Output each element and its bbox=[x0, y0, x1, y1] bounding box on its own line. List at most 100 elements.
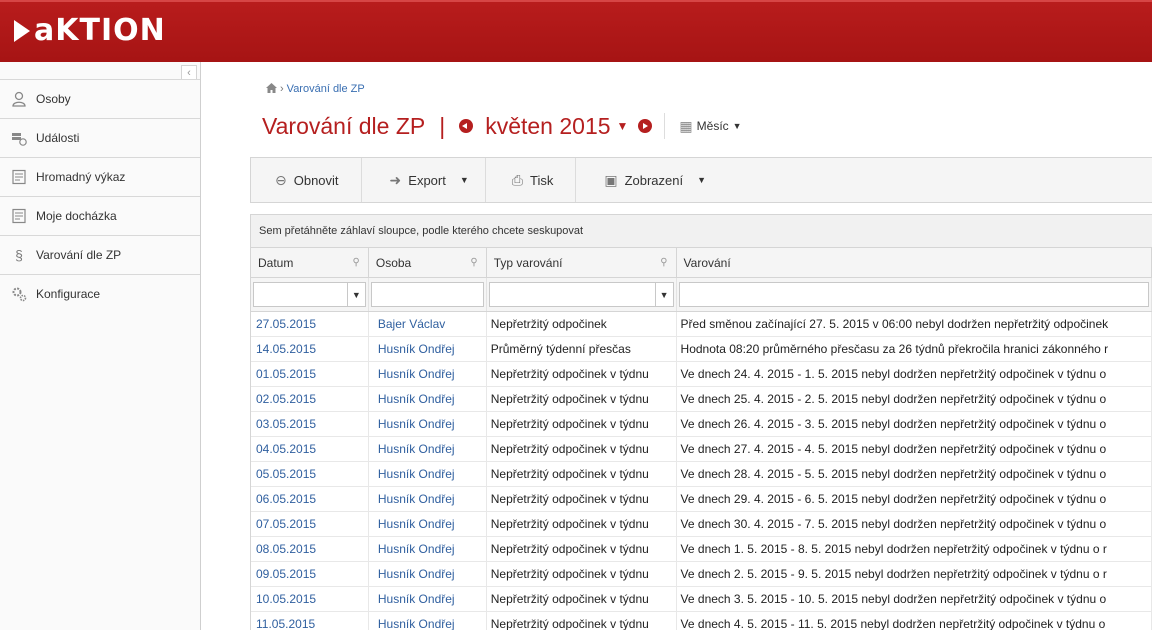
row-date[interactable]: 02.05.2015 bbox=[251, 387, 369, 411]
display-label: Zobrazení bbox=[624, 172, 684, 188]
group-drop-area[interactable]: Sem přetáhněte záhlaví sloupce, podle kt… bbox=[251, 215, 1152, 248]
sidebar: ‹ Osoby Události Hromadný výkaz Moje doc… bbox=[0, 62, 201, 630]
filter-icon[interactable]: ⚲ bbox=[660, 257, 667, 268]
row-person[interactable]: Husník Ondřej bbox=[369, 412, 487, 436]
row-warning-text: Ve dnech 4. 5. 2015 - 11. 5. 2015 nebyl … bbox=[677, 612, 1152, 630]
row-date[interactable]: 03.05.2015 bbox=[251, 412, 369, 436]
warnings-grid: Sem přetáhněte záhlaví sloupce, podle kt… bbox=[250, 214, 1152, 630]
person-filter-input[interactable] bbox=[370, 282, 484, 307]
dropdown-arrow-icon[interactable]: ▼ bbox=[654, 283, 673, 306]
table-row[interactable]: 14.05.2015 Husník Ondřej Průměrný týdenní … bbox=[251, 337, 1152, 362]
row-date[interactable]: 05.05.2015 bbox=[251, 462, 369, 486]
warning-filter-input[interactable] bbox=[678, 282, 1150, 307]
sidebar-item-udalosti[interactable]: Události bbox=[0, 118, 200, 157]
view-mode-selector[interactable]: ▦ Měsíc ▼ bbox=[679, 118, 741, 135]
month-dropdown-caret-icon[interactable]: ▼ bbox=[617, 119, 629, 133]
type-filter-select[interactable]: ▼ bbox=[488, 282, 674, 307]
row-warning-text: Ve dnech 26. 4. 2015 - 3. 5. 2015 nebyl … bbox=[677, 412, 1152, 436]
row-warning-text: Hodnota 08:20 průměrného přesčasu za 26 … bbox=[677, 337, 1152, 361]
row-person[interactable]: Husník Ondřej bbox=[369, 562, 487, 586]
table-row[interactable]: 02.05.2015 Husník Ondřej Nepřetržitý odpoč… bbox=[251, 387, 1152, 412]
row-person[interactable]: Husník Ondřej bbox=[369, 612, 487, 630]
row-warning-type: Nepřetržitý odpočinek bbox=[487, 312, 677, 336]
month-selector[interactable]: květen 2015 bbox=[485, 113, 610, 140]
filter-icon[interactable]: ⚲ bbox=[470, 257, 477, 268]
column-header-osoba[interactable]: Osoba ⚲ bbox=[369, 248, 487, 277]
row-date[interactable]: 04.05.2015 bbox=[251, 437, 369, 461]
sidebar-item-osoby[interactable]: Osoby bbox=[0, 79, 200, 118]
sidebar-item-konfigurace[interactable]: Konfigurace bbox=[0, 274, 200, 313]
sidebar-nav: Osoby Události Hromadný výkaz Moje dochá… bbox=[0, 79, 200, 313]
column-header-datum[interactable]: Datum ⚲ bbox=[251, 248, 369, 277]
row-person[interactable]: Husník Ondřej bbox=[369, 437, 487, 461]
sidebar-item-hromadny-vykaz[interactable]: Hromadný výkaz bbox=[0, 157, 200, 196]
row-date[interactable]: 08.05.2015 bbox=[251, 537, 369, 561]
refresh-label: Obnovit bbox=[293, 172, 339, 188]
display-settings-icon: ▣ bbox=[604, 171, 618, 188]
export-button[interactable]: ➜ Export ▼ bbox=[362, 158, 486, 202]
dropdown-arrow-icon[interactable]: ▼ bbox=[346, 283, 365, 306]
table-row[interactable]: 07.05.2015 Husník Ondřej Nepřetržitý odpoč… bbox=[251, 512, 1152, 537]
row-person[interactable]: Husník Ondřej bbox=[369, 462, 487, 486]
refresh-button[interactable]: ⊖ Obnovit bbox=[251, 158, 362, 202]
row-date[interactable]: 06.05.2015 bbox=[251, 487, 369, 511]
filter-icon[interactable]: ⚲ bbox=[353, 257, 360, 268]
row-date[interactable]: 07.05.2015 bbox=[251, 512, 369, 536]
grid-body: 27.05.2015 Bajer Václav Nepřetržitý odpoči… bbox=[251, 312, 1152, 630]
chevron-down-icon: ▼ bbox=[732, 121, 742, 131]
table-row[interactable]: 03.05.2015 Husník Ondřej Nepřetržitý odpoč… bbox=[251, 412, 1152, 437]
row-warning-type: Nepřetržitý odpočinek v týdnu bbox=[487, 412, 677, 436]
aktion-logo[interactable]: aKTION bbox=[14, 11, 166, 51]
table-row[interactable]: 04.05.2015 Husník Ondřej Nepřetržitý odpoč… bbox=[251, 437, 1152, 462]
row-warning-text: Ve dnech 2. 5. 2015 - 9. 5. 2015 nebyl d… bbox=[677, 562, 1152, 586]
row-date[interactable]: 11.05.2015 bbox=[251, 612, 369, 630]
display-button[interactable]: ▣ Zobrazení ▼ bbox=[576, 158, 722, 202]
table-row[interactable]: 27.05.2015 Bajer Václav Nepřetržitý odpoči… bbox=[251, 312, 1152, 337]
row-warning-type: Nepřetržitý odpočinek v týdnu bbox=[487, 512, 677, 536]
row-warning-type: Nepřetržitý odpočinek v týdnu bbox=[487, 612, 677, 630]
row-person[interactable]: Husník Ondřej bbox=[369, 387, 487, 411]
previous-month-icon[interactable] bbox=[459, 119, 474, 133]
attendance-icon bbox=[10, 207, 28, 225]
row-person[interactable]: Husník Ondřej bbox=[369, 512, 487, 536]
row-person[interactable]: Husník Ondřej bbox=[369, 487, 487, 511]
row-date[interactable]: 09.05.2015 bbox=[251, 562, 369, 586]
row-date[interactable]: 10.05.2015 bbox=[251, 587, 369, 611]
filter-cell-varovani bbox=[677, 278, 1152, 311]
row-warning-text: Ve dnech 29. 4. 2015 - 6. 5. 2015 nebyl … bbox=[677, 487, 1152, 511]
breadcrumb: › Varování dle ZP bbox=[266, 82, 365, 96]
row-warning-type: Nepřetržitý odpočinek v týdnu bbox=[487, 462, 677, 486]
sidebar-item-varovani-dle-zp[interactable]: § Varování dle ZP bbox=[0, 235, 200, 274]
next-month-icon[interactable] bbox=[638, 119, 653, 133]
filter-cell-osoba bbox=[369, 278, 487, 311]
logo-text: aKTION bbox=[34, 13, 166, 48]
row-warning-text: Ve dnech 27. 4. 2015 - 4. 5. 2015 nebyl … bbox=[677, 437, 1152, 461]
home-icon[interactable] bbox=[266, 82, 277, 96]
row-warning-text: Ve dnech 3. 5. 2015 - 10. 5. 2015 nebyl … bbox=[677, 587, 1152, 611]
table-row[interactable]: 05.05.2015 Husník Ondřej Nepřetržitý odpoč… bbox=[251, 462, 1152, 487]
table-row[interactable]: 09.05.2015 Husník Ondřej Nepřetržitý odpoč… bbox=[251, 562, 1152, 587]
table-row[interactable]: 11.05.2015 Husník Ondřej Nepřetržitý odpoč… bbox=[251, 612, 1152, 630]
row-person[interactable]: Husník Ondřej bbox=[369, 587, 487, 611]
row-person[interactable]: Husník Ondřej bbox=[369, 537, 487, 561]
filter-row: ▼ ▼ bbox=[251, 278, 1152, 312]
grid-header: Datum ⚲ Osoba ⚲ Typ varování ⚲ Varování bbox=[251, 248, 1152, 278]
table-row[interactable]: 10.05.2015 Husník Ondřej Nepřetržitý odpoč… bbox=[251, 587, 1152, 612]
row-date[interactable]: 01.05.2015 bbox=[251, 362, 369, 386]
table-row[interactable]: 06.05.2015 Husník Ondřej Nepřetržitý odpoč… bbox=[251, 487, 1152, 512]
row-date[interactable]: 14.05.2015 bbox=[251, 337, 369, 361]
print-button[interactable]: ⎙ Tisk bbox=[486, 158, 577, 202]
row-warning-type: Nepřetržitý odpočinek v týdnu bbox=[487, 562, 677, 586]
row-person[interactable]: Husník Ondřej bbox=[369, 337, 487, 361]
row-person[interactable]: Husník Ondřej bbox=[369, 362, 487, 386]
date-filter-select[interactable]: ▼ bbox=[253, 282, 366, 307]
table-row[interactable]: 01.05.2015 Husník Ondřej Nepřetržitý odpoč… bbox=[251, 362, 1152, 387]
table-row[interactable]: 08.05.2015 Husník Ondřej Nepřetržitý odpoč… bbox=[251, 537, 1152, 562]
column-header-varovani[interactable]: Varování bbox=[677, 248, 1152, 277]
row-person[interactable]: Bajer Václav bbox=[369, 312, 487, 336]
breadcrumb-current[interactable]: Varování dle ZP bbox=[287, 83, 365, 95]
column-header-typ-varovani[interactable]: Typ varování ⚲ bbox=[487, 248, 677, 277]
row-warning-text: Ve dnech 1. 5. 2015 - 8. 5. 2015 nebyl d… bbox=[677, 537, 1152, 561]
sidebar-item-moje-dochazka[interactable]: Moje docházka bbox=[0, 196, 200, 235]
row-date[interactable]: 27.05.2015 bbox=[251, 312, 369, 336]
